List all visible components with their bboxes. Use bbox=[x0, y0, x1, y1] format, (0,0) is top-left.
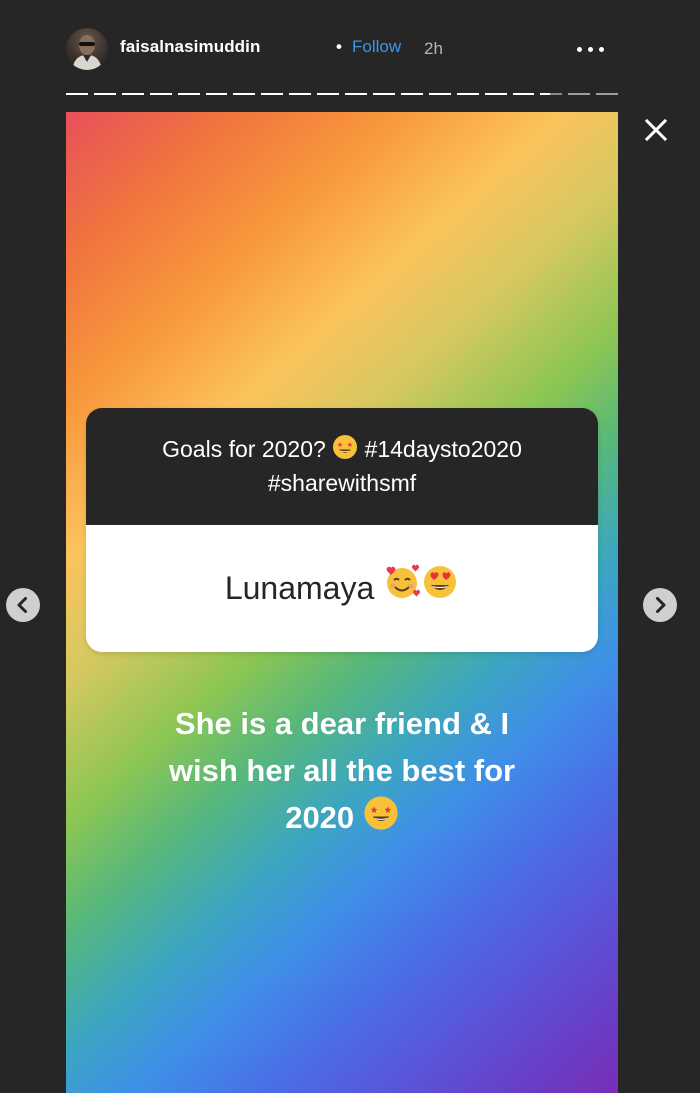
progress-segment bbox=[400, 93, 423, 95]
progress-segment bbox=[289, 93, 312, 95]
progress-segment bbox=[261, 93, 284, 95]
progress-segment bbox=[456, 93, 479, 95]
story-viewer: faisalnasimuddin • Follow 2h Goals for 2… bbox=[0, 0, 700, 1093]
heart-eyes-emoji-icon bbox=[421, 527, 459, 652]
progress-segment bbox=[372, 93, 395, 95]
question-sticker: Goals for 2020? #14daysto2020 #sharewith… bbox=[86, 408, 598, 652]
star-struck-emoji-icon bbox=[363, 795, 399, 844]
more-options-dot bbox=[588, 47, 593, 52]
star-struck-emoji-icon bbox=[332, 434, 358, 468]
caption-line: wish her all the best for bbox=[168, 753, 516, 788]
question-prompt: Goals for 2020? #14daysto2020 #sharewith… bbox=[86, 408, 598, 525]
post-time: 2h bbox=[424, 39, 443, 58]
caption-line-last: 2020 bbox=[106, 794, 578, 844]
progress-segment bbox=[93, 93, 116, 95]
close-button[interactable] bbox=[642, 116, 670, 144]
chevron-left-icon bbox=[17, 597, 27, 613]
follow-button[interactable]: Follow bbox=[352, 37, 401, 57]
progress-segment bbox=[66, 93, 88, 95]
progress-segment bbox=[596, 93, 619, 95]
progress-segment bbox=[233, 93, 256, 95]
avatar-image bbox=[72, 35, 102, 70]
answer-area: Lunamaya bbox=[86, 525, 598, 652]
story-progress-bar bbox=[66, 93, 619, 95]
progress-segment bbox=[540, 93, 563, 95]
chevron-right-icon bbox=[656, 597, 666, 613]
smiling-face-with-hearts-emoji-icon bbox=[383, 527, 421, 652]
username[interactable]: faisalnasimuddin bbox=[120, 37, 260, 57]
previous-story-button[interactable] bbox=[6, 588, 40, 622]
close-icon bbox=[644, 118, 668, 142]
progress-segment bbox=[149, 93, 172, 95]
progress-segment bbox=[121, 93, 144, 95]
next-story-button[interactable] bbox=[643, 588, 677, 622]
progress-segment bbox=[317, 93, 340, 95]
progress-segment bbox=[205, 93, 228, 95]
progress-segment bbox=[484, 93, 507, 95]
progress-segment bbox=[345, 93, 367, 95]
more-options-button[interactable] bbox=[574, 32, 608, 66]
progress-segment bbox=[428, 93, 451, 95]
progress-segment bbox=[177, 93, 200, 95]
caption-line: 2020 bbox=[285, 800, 355, 835]
progress-segment bbox=[568, 93, 591, 95]
story-caption: She is a dear friend & I wish her all th… bbox=[106, 700, 578, 844]
progress-segment bbox=[512, 93, 535, 95]
separator-dot: • bbox=[336, 37, 342, 56]
story-header: faisalnasimuddin • Follow 2h bbox=[66, 28, 618, 72]
question-hashtag-2: #sharewithsmf bbox=[267, 470, 417, 496]
question-hashtag: #14daysto2020 bbox=[364, 436, 522, 463]
more-options-icon bbox=[577, 47, 582, 52]
avatar[interactable] bbox=[66, 28, 108, 70]
answer-text: Lunamaya bbox=[224, 570, 375, 606]
story-content[interactable]: Goals for 2020? #14daysto2020 #sharewith… bbox=[66, 112, 618, 1093]
more-options-dot bbox=[599, 47, 604, 52]
caption-line: She is a dear friend & I bbox=[174, 706, 510, 741]
question-text: Goals for 2020? bbox=[162, 436, 326, 463]
